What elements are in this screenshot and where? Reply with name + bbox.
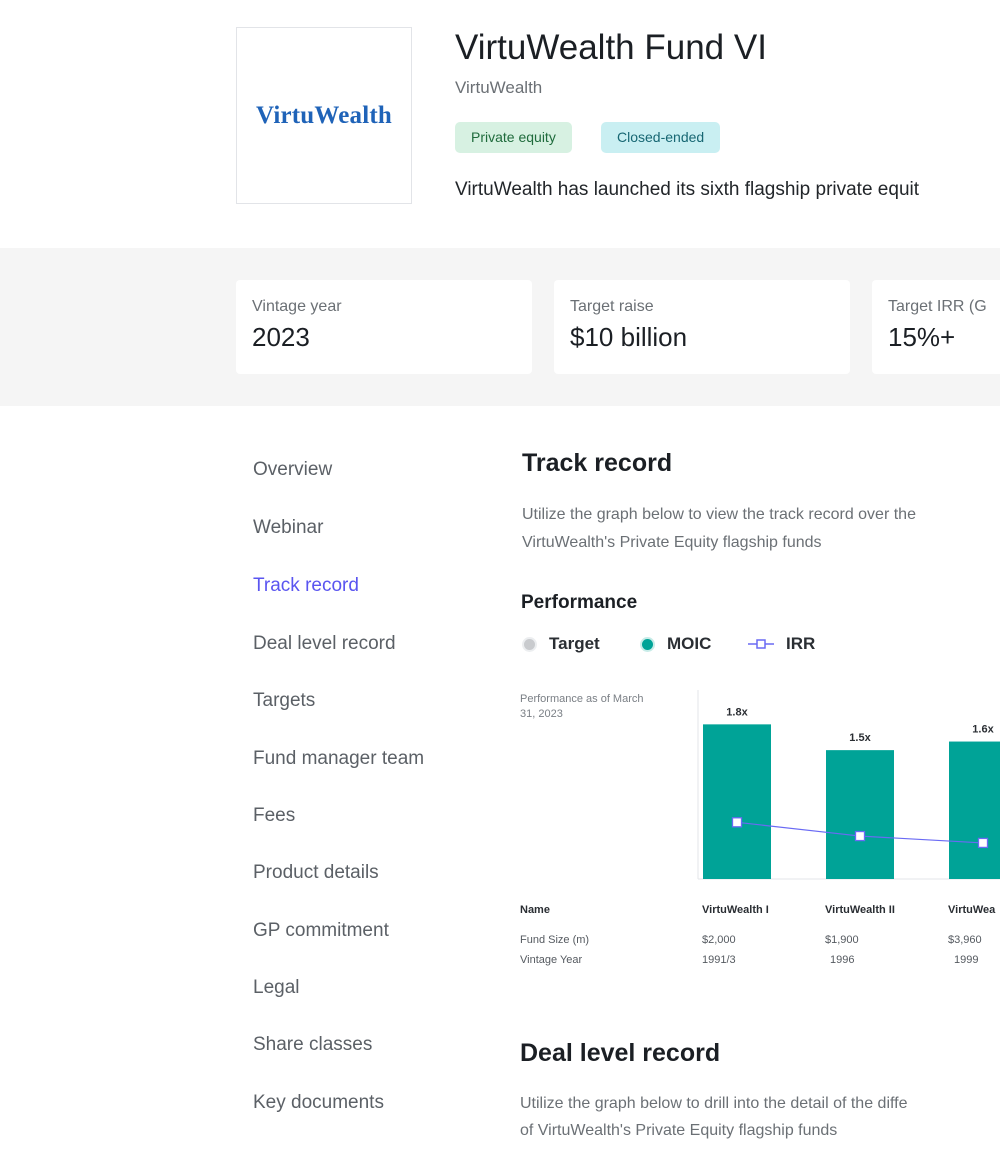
moic-data-label: 1.6x: [972, 724, 994, 736]
moic-bar: [949, 741, 1000, 879]
fund-name-cell: VirtuWealth I: [702, 904, 769, 916]
fund-name-cell: VirtuWea: [948, 904, 996, 916]
fund-size-cell: $1,900: [825, 934, 859, 946]
deal-level-desc-line-2: of VirtuWealth's Private Equity flagship…: [520, 1122, 838, 1139]
irr-point: [977, 837, 989, 849]
fund-size-cell: $3,960: [948, 934, 982, 946]
moic-data-label: 1.8x: [726, 706, 748, 718]
table-label-fund-size: Fund Size (m): [520, 934, 590, 946]
table-label-vintage-year: Vintage Year: [520, 954, 583, 966]
table-label-name: Name: [520, 904, 550, 916]
irr-point: [854, 830, 866, 842]
irr-point: [731, 817, 743, 828]
moic-data-label: 1.5x: [849, 732, 871, 744]
deal-level-heading: Deal level record: [520, 1039, 721, 1067]
deal-level-desc-line-1: Utilize the graph below to drill into th…: [520, 1095, 908, 1112]
fund-vintage-cell: 1999: [954, 954, 979, 966]
moic-bar: [703, 724, 771, 879]
fund-size-cell: $2,000: [702, 934, 736, 946]
moic-bar: [826, 750, 894, 879]
fund-vintage-cell: 1996: [830, 954, 855, 966]
fund-vintage-cell: 1991/3: [702, 954, 736, 966]
performance-chart: 1.8x 1.5x 1.6x: [697, 690, 1000, 880]
fund-name-cell: VirtuWealth II: [825, 904, 895, 916]
